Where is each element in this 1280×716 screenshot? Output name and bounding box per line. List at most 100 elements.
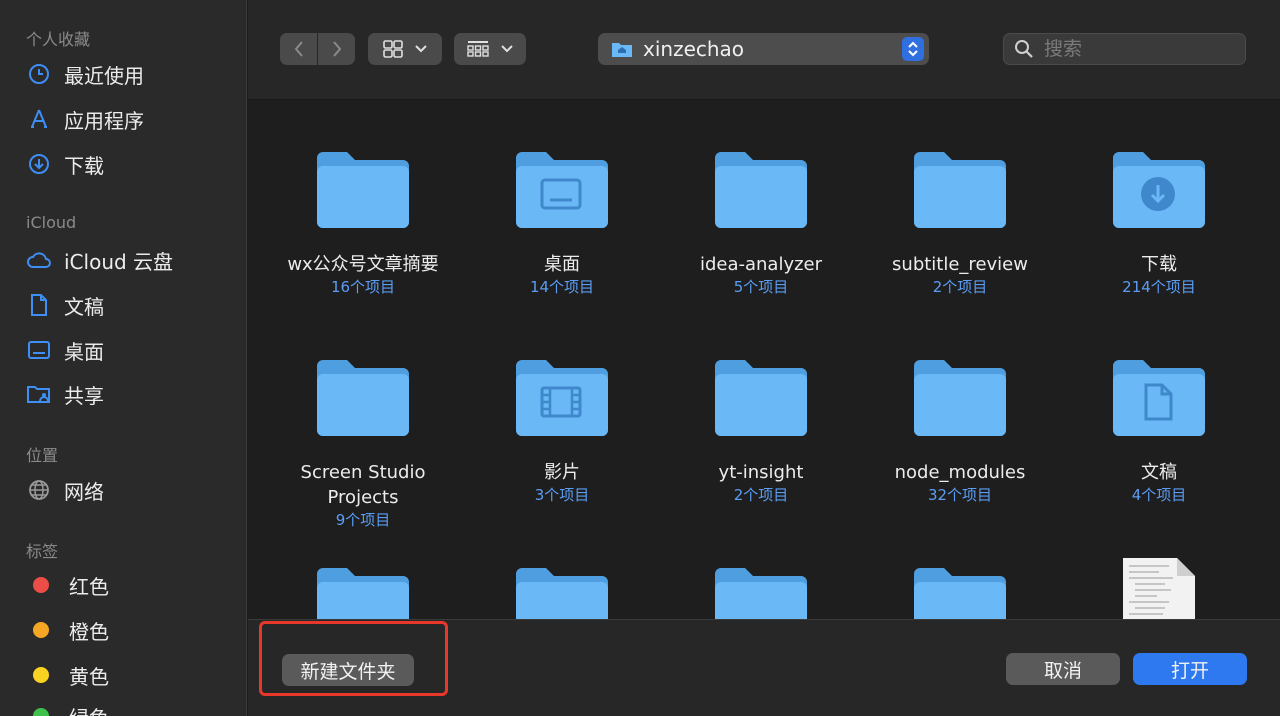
folder-item[interactable]: 影片 3个项目 xyxy=(467,358,657,505)
sidebar-item-icloud-drive[interactable]: iCloud 云盘 xyxy=(24,243,234,277)
home-folder-icon xyxy=(612,43,632,57)
download-icon xyxy=(24,149,54,179)
sidebar-item-recents[interactable]: 最近使用 xyxy=(24,57,234,91)
folder-icon xyxy=(516,152,608,228)
folder-icon xyxy=(914,360,1006,436)
location-stepper[interactable] xyxy=(902,37,924,61)
tag-orange-dot xyxy=(33,622,49,638)
folder-item[interactable]: node_modules 32个项目 xyxy=(865,358,1055,505)
folder-item-count: 5个项目 xyxy=(733,278,789,296)
folder-item[interactable]: 文稿 4个项目 xyxy=(1064,358,1254,505)
file-grid: wx公众号文章摘要 16个项目 桌面 14个项目 idea-analyzer 5个项目 su… xyxy=(248,100,1280,619)
folder-item[interactable] xyxy=(268,566,458,619)
folder-icon xyxy=(516,568,608,619)
folder-name: idea-analyzer xyxy=(699,254,823,275)
cancel-button[interactable]: 取消 xyxy=(1006,653,1120,685)
folder-icon xyxy=(715,568,807,619)
folder-icon xyxy=(516,360,608,436)
folder-icon xyxy=(715,360,807,436)
chevron-right-icon xyxy=(332,41,341,57)
folder-item-count: 14个项目 xyxy=(529,278,595,296)
text-file-icon xyxy=(1123,558,1195,619)
folder-name: 影片 xyxy=(544,462,580,483)
folder-name: 文稿 xyxy=(1141,462,1177,483)
document-file-item[interactable] xyxy=(1064,556,1254,619)
toolbar: xinzechao xyxy=(248,0,1280,100)
folder-icon xyxy=(715,152,807,228)
sidebar-item-shared[interactable]: 共享 xyxy=(24,377,234,411)
group-by-button[interactable] xyxy=(454,33,526,65)
sidebar-tag-yellow[interactable]: 黄色 xyxy=(24,658,234,692)
clock-icon xyxy=(24,59,54,89)
sidebar-item-applications[interactable]: 应用程序 xyxy=(24,102,234,136)
folder-item[interactable]: wx公众号文章摘要 16个项目 xyxy=(268,150,458,297)
shared-folder-icon xyxy=(24,379,54,409)
folder-item-count: 16个项目 xyxy=(330,278,396,296)
folder-item-count: 2个项目 xyxy=(733,486,789,504)
folder-item-count: 3个项目 xyxy=(534,486,590,504)
folder-icon xyxy=(317,568,409,619)
search-input[interactable] xyxy=(1044,38,1224,60)
sidebar-section-locations: 位置 xyxy=(26,446,59,465)
sidebar-tag-orange[interactable]: 橙色 xyxy=(24,613,234,647)
folder-item-count: 2个项目 xyxy=(932,278,988,296)
sidebar-section-icloud: iCloud xyxy=(26,213,77,232)
folder-icon xyxy=(1113,152,1205,228)
open-button[interactable]: 打开 xyxy=(1133,653,1247,685)
location-popup[interactable]: xinzechao xyxy=(598,33,929,65)
search-box[interactable] xyxy=(1003,33,1246,65)
folder-name: Screen Studio Projects xyxy=(300,462,426,508)
sidebar-section-tags: 标签 xyxy=(26,542,59,561)
cloud-icon xyxy=(24,245,54,275)
folder-name: yt-insight xyxy=(718,462,804,483)
folder-name: 桌面 xyxy=(544,254,580,275)
folder-name: node_modules xyxy=(894,462,1026,483)
sidebar-item-downloads[interactable]: 下载 xyxy=(24,147,234,181)
tag-green-dot xyxy=(33,708,49,716)
bottom-bar: 新建文件夹 取消 打开 xyxy=(248,619,1280,716)
folder-item[interactable] xyxy=(666,566,856,619)
folder-icon xyxy=(317,360,409,436)
folder-item[interactable]: yt-insight 2个项目 xyxy=(666,358,856,505)
sidebar-item-network[interactable]: 网络 xyxy=(24,473,234,507)
navigation-buttons xyxy=(280,33,355,65)
folder-name: 下载 xyxy=(1141,254,1177,275)
folder-item[interactable]: Screen Studio Projects 9个项目 xyxy=(268,358,458,530)
folder-item[interactable]: idea-analyzer 5个项目 xyxy=(666,150,856,297)
folder-item-count: 214个项目 xyxy=(1122,278,1196,296)
folder-item[interactable] xyxy=(865,566,1055,619)
location-path: xinzechao xyxy=(643,37,745,61)
sidebar-tag-green[interactable]: 绿色 xyxy=(24,699,234,716)
folder-icon xyxy=(317,152,409,228)
back-button[interactable] xyxy=(280,33,317,65)
chevron-down-icon xyxy=(501,45,513,53)
document-icon xyxy=(24,290,54,320)
folder-icon xyxy=(914,568,1006,619)
folder-item[interactable] xyxy=(467,566,657,619)
desktop-icon xyxy=(24,335,54,365)
folder-item[interactable]: 桌面 14个项目 xyxy=(467,150,657,297)
folder-icon xyxy=(914,152,1006,228)
sidebar-tag-red[interactable]: 红色 xyxy=(24,568,234,602)
folder-item-count: 32个项目 xyxy=(927,486,993,504)
folder-item[interactable]: 下载 214个项目 xyxy=(1064,150,1254,297)
grid-view-icon xyxy=(383,40,403,58)
folder-name: wx公众号文章摘要 xyxy=(287,254,439,275)
search-icon xyxy=(1015,40,1033,58)
chevron-down-icon xyxy=(415,45,427,53)
up-down-chevron-icon xyxy=(908,41,918,57)
tag-yellow-dot xyxy=(33,667,49,683)
group-view-icon xyxy=(467,41,489,57)
applications-icon xyxy=(24,104,54,134)
globe-icon xyxy=(24,475,54,505)
folder-item[interactable]: subtitle_review 2个项目 xyxy=(865,150,1055,297)
sidebar-item-documents[interactable]: 文稿 xyxy=(24,288,234,322)
forward-button[interactable] xyxy=(318,33,355,65)
view-mode-button[interactable] xyxy=(368,33,442,65)
sidebar-item-desktop[interactable]: 桌面 xyxy=(24,333,234,367)
chevron-left-icon xyxy=(294,41,303,57)
folder-name: subtitle_review xyxy=(892,254,1028,275)
sidebar: 个人收藏 最近使用 应用程序 下载 iCloud iCloud 云盘 文稿 桌面… xyxy=(0,0,247,716)
new-folder-button[interactable]: 新建文件夹 xyxy=(282,654,414,686)
sidebar-section-favorites: 个人收藏 xyxy=(26,30,91,49)
